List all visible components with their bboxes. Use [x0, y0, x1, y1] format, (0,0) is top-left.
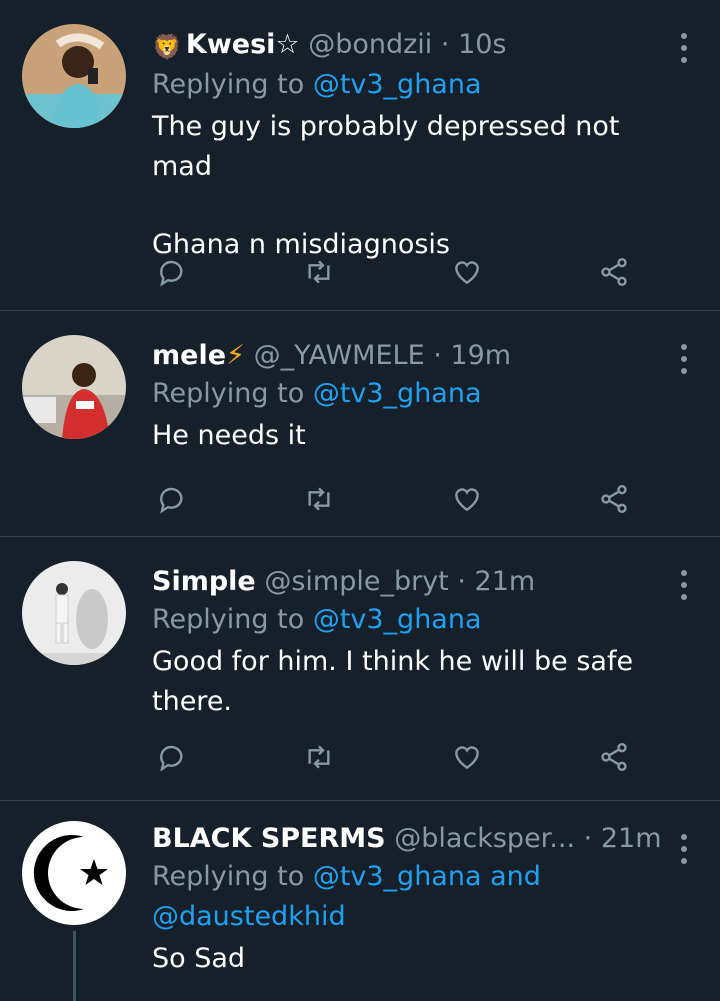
reply-icon[interactable] [152, 252, 192, 292]
avatar[interactable] [22, 821, 126, 925]
tweet-actions [152, 479, 634, 519]
tweet-text-line: So Sad [152, 943, 246, 974]
like-icon[interactable] [447, 252, 487, 292]
separator: · [440, 29, 450, 60]
tweet-4[interactable]: BLACK SPERMS @blacksper... · 21m Replyin… [0, 801, 720, 1001]
replying-prefix: Replying to [152, 69, 305, 100]
mention-link[interactable]: @daustedkhid [152, 901, 346, 932]
retweet-icon[interactable] [299, 737, 339, 777]
mention-link[interactable]: @tv3_ghana [313, 378, 482, 409]
more-options-icon[interactable] [672, 341, 696, 377]
reply-icon[interactable] [152, 479, 192, 519]
retweet-icon[interactable] [299, 252, 339, 292]
handle[interactable]: @simple_bryt [264, 566, 448, 597]
tweet-text: Good for him. I think he will be safe th… [152, 642, 674, 722]
timestamp[interactable]: 19m [450, 340, 511, 371]
lion-emoji-icon: 🦁 [152, 33, 182, 61]
tweet-text-line: The guy is probably depressed not mad [152, 111, 620, 182]
share-icon[interactable] [594, 479, 634, 519]
timestamp[interactable]: 21m [475, 566, 536, 597]
tweet-text-line: Good for him. I think he will be safe th… [152, 646, 634, 717]
timestamp[interactable]: 10s [458, 29, 506, 60]
like-icon[interactable] [447, 737, 487, 777]
tweet-text: He needs it [152, 416, 674, 456]
share-icon[interactable] [594, 252, 634, 292]
tweet-1[interactable]: 🦁 Kwesi☆ @bondzii · 10s Replying to @tv3_… [0, 0, 720, 311]
tweet-text-line: He needs it [152, 420, 306, 451]
tweet-header: Simple @simple_bryt · 21m [152, 564, 674, 600]
replying-prefix: Replying to [152, 861, 305, 892]
replying-to: Replying to @tv3_ghana [152, 65, 674, 105]
display-name[interactable]: mele [152, 340, 226, 371]
tweet-header: 🦁 Kwesi☆ @bondzii · 10s [152, 27, 674, 65]
thread-line [73, 931, 76, 1001]
replying-to: Replying to @tv3_ghana [152, 374, 674, 414]
tweet-3[interactable]: Simple @simple_bryt · 21m Replying to @t… [0, 537, 720, 801]
tweet-actions [152, 252, 634, 292]
handle[interactable]: @blacksper... [394, 823, 575, 854]
avatar[interactable] [22, 561, 126, 665]
mention-link[interactable]: @tv3_ghana [313, 69, 482, 100]
timestamp[interactable]: 21m [601, 823, 662, 854]
replying-to: Replying to @tv3_ghana [152, 600, 674, 640]
retweet-icon[interactable] [299, 479, 339, 519]
handle[interactable]: @bondzii [308, 29, 432, 60]
tweet-header: mele⚡ @_YAWMELE · 19m [152, 338, 674, 374]
mention-link[interactable]: @tv3_ghana [313, 604, 482, 635]
lightning-emoji-icon: ⚡ [226, 340, 245, 371]
replying-prefix: Replying to [152, 604, 305, 635]
separator: · [433, 340, 442, 371]
like-icon[interactable] [447, 479, 487, 519]
avatar[interactable] [22, 24, 126, 128]
handle[interactable]: @_YAWMELE [254, 340, 425, 371]
more-options-icon[interactable] [672, 831, 696, 867]
avatar[interactable] [22, 335, 126, 439]
separator: · [583, 823, 593, 854]
more-options-icon[interactable] [672, 567, 696, 603]
replying-to: Replying to @tv3_ghana and @daustedkhid [152, 857, 674, 937]
more-options-icon[interactable] [672, 30, 696, 66]
tweet-header: BLACK SPERMS @blacksper... · 21m [152, 821, 674, 857]
tweet-text: The guy is probably depressed not mad Gh… [152, 107, 674, 265]
tweet-2[interactable]: mele⚡ @_YAWMELE · 19m Replying to @tv3_g… [0, 311, 720, 537]
display-name[interactable]: BLACK SPERMS [152, 823, 386, 854]
separator: · [457, 566, 466, 597]
replying-prefix: Replying to [152, 378, 305, 409]
display-name[interactable]: Simple [152, 566, 256, 597]
reply-icon[interactable] [152, 737, 192, 777]
tweet-actions [152, 737, 634, 777]
share-icon[interactable] [594, 737, 634, 777]
mention-link[interactable]: @tv3_ghana and [313, 861, 541, 892]
display-name[interactable]: Kwesi☆ [186, 29, 300, 60]
tweet-text: So Sad [152, 939, 674, 979]
